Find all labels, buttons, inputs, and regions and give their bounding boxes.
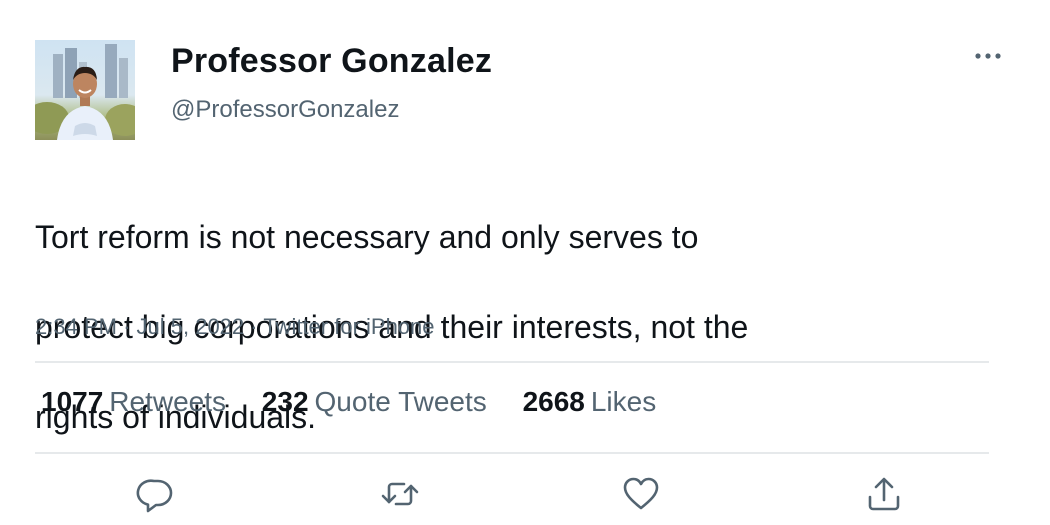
divider <box>35 361 989 363</box>
author-handle[interactable]: @ProfessorGonzalez <box>171 96 399 124</box>
tweet-text-line: Tort reform is not necessary and only se… <box>35 219 699 255</box>
share-icon <box>868 477 900 511</box>
author-display-name[interactable]: Professor Gonzalez <box>171 42 492 81</box>
tweet-time[interactable]: 2:34 PM <box>35 314 117 339</box>
engagement-stats: 1077 Retweets 232 Quote Tweets 2668 Likes <box>41 386 684 418</box>
likes-count: 2668 <box>522 386 585 417</box>
quote-tweets-stat[interactable]: 232 Quote Tweets <box>262 386 487 418</box>
reply-icon <box>136 479 173 513</box>
divider <box>35 452 989 454</box>
avatar[interactable] <box>35 40 135 140</box>
retweets-count: 1077 <box>41 386 104 417</box>
meta-separator: · <box>123 314 131 339</box>
retweet-button[interactable] <box>378 472 422 516</box>
more-options-button[interactable] <box>970 40 1006 72</box>
quote-tweets-count: 232 <box>261 386 309 417</box>
meta-separator: · <box>250 314 258 339</box>
more-horizontal-icon <box>975 53 1001 59</box>
retweets-stat[interactable]: 1077 Retweets <box>41 386 226 418</box>
retweets-label: Retweets <box>109 386 227 417</box>
tweet-meta: 2:34 PM · Jul 5, 2022 · Twitter for iPho… <box>35 314 435 340</box>
like-button[interactable] <box>619 472 663 516</box>
tweet-date[interactable]: Jul 5, 2022 <box>137 314 245 339</box>
likes-label: Likes <box>590 386 657 417</box>
retweet-icon <box>381 482 419 506</box>
avatar-image <box>35 44 135 140</box>
share-button[interactable] <box>862 472 906 516</box>
reply-button[interactable] <box>134 472 178 516</box>
quote-tweets-label: Quote Tweets <box>314 386 487 417</box>
likes-stat[interactable]: 2668 Likes <box>523 386 657 418</box>
heart-icon <box>623 477 659 510</box>
tweet-card: Professor Gonzalez @ProfessorGonzalez To… <box>0 0 1050 525</box>
tweet-source[interactable]: Twitter for iPhone <box>263 314 434 339</box>
